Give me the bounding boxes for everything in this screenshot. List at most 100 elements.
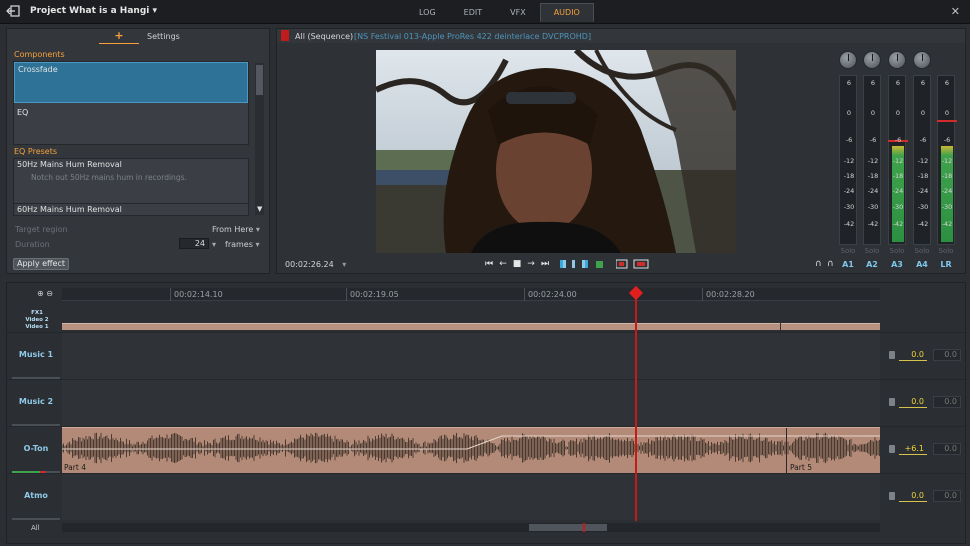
- track-header[interactable]: O-Ton: [12, 427, 60, 473]
- go-to-start-icon[interactable]: ⏮: [484, 259, 494, 269]
- list-item-preset-50hz[interactable]: 50Hz Mains Hum Removal Notch out 50Hz ma…: [14, 160, 248, 200]
- clip-boundary: [780, 322, 781, 330]
- track-lane[interactable]: [62, 380, 880, 426]
- tab-edit[interactable]: EDIT: [450, 3, 496, 22]
- list-item-crossfade[interactable]: Crossfade: [14, 62, 248, 103]
- components-title: Components: [14, 50, 65, 59]
- scrollbar-thumb[interactable]: [256, 65, 263, 95]
- a1-pan-knob[interactable]: [839, 51, 857, 69]
- close-icon[interactable]: ✕: [951, 5, 960, 18]
- target-region-select[interactable]: From Here ▾: [212, 225, 260, 234]
- track-header[interactable]: Music 1: [12, 333, 60, 379]
- gain-value-secondary[interactable]: 0.0: [933, 349, 961, 361]
- apply-effect-button[interactable]: Apply effect: [13, 258, 69, 270]
- gain-value[interactable]: 0.0: [899, 490, 927, 502]
- meter-tick: -42: [867, 220, 879, 228]
- gain-value-secondary[interactable]: 0.0: [933, 396, 961, 408]
- presets-scrollbar[interactable]: [255, 63, 264, 215]
- meter-a2: 6 0 -6 -12 -18 -24 -30 -42: [863, 75, 881, 245]
- track-header[interactable]: Music 2: [12, 380, 60, 426]
- zoom-out-icon[interactable]: ⊖: [46, 289, 53, 298]
- go-to-end-icon[interactable]: ⏭: [540, 259, 550, 269]
- headphone-icon[interactable]: ∩: [827, 259, 834, 269]
- duration-unit-select[interactable]: frames ▾: [225, 240, 259, 249]
- channel-a2[interactable]: A2: [861, 260, 883, 269]
- a3-pan-knob[interactable]: [888, 51, 906, 69]
- video-frame[interactable]: [376, 50, 736, 253]
- track-lane[interactable]: [62, 333, 880, 379]
- playhead-scroll-marker: [583, 523, 585, 532]
- track-lane[interactable]: [62, 474, 880, 520]
- tab-settings[interactable]: Settings: [147, 32, 180, 41]
- gain-value[interactable]: 0.0: [899, 396, 927, 408]
- channel-a1[interactable]: A1: [837, 260, 859, 269]
- tab-audio[interactable]: AUDIO: [539, 3, 594, 22]
- track-gain: 0.0 0.0: [887, 380, 965, 426]
- meter-tick: 0: [895, 109, 901, 117]
- tab-add-effect[interactable]: +: [99, 30, 139, 44]
- meter-tick: -30: [843, 203, 855, 211]
- playhead[interactable]: [635, 288, 637, 521]
- channel-lr[interactable]: LR: [935, 260, 957, 269]
- duration-input[interactable]: 24: [179, 238, 209, 249]
- presets-list: 50Hz Mains Hum Removal Notch out 50Hz ma…: [13, 158, 249, 216]
- scroll-down-icon[interactable]: ▼: [257, 205, 262, 213]
- solo-a4[interactable]: Solo: [913, 247, 931, 255]
- zoom-controls: ⊕ ⊖: [37, 289, 53, 298]
- timeline-panel: ⊕ ⊖ 00:02:14.10 00:02:19.05 00:02:24.00 …: [6, 282, 966, 544]
- gain-value-secondary[interactable]: 0.0: [933, 443, 961, 455]
- a4-pan-knob[interactable]: [913, 51, 931, 69]
- scrollbar-thumb[interactable]: [529, 524, 607, 531]
- meter-tick: -18: [941, 172, 953, 180]
- meter-a3: 6 0 -6 -12 -18 -24 -30 -42: [888, 75, 908, 245]
- mark-in-out-icons[interactable]: [560, 259, 608, 269]
- a2-pan-knob[interactable]: [863, 51, 881, 69]
- project-title[interactable]: Project What is a Hangi ▾: [30, 6, 157, 16]
- exit-project-icon[interactable]: [6, 5, 20, 17]
- gain-handle-icon[interactable]: [889, 398, 895, 406]
- step-back-icon[interactable]: ←: [498, 259, 508, 269]
- gain-value[interactable]: 0.0: [899, 349, 927, 361]
- list-item-preset-60hz[interactable]: 60Hz Mains Hum Removal: [14, 203, 248, 216]
- timeline-ruler[interactable]: 00:02:14.10 00:02:19.05 00:02:24.00 00:0…: [62, 288, 880, 301]
- all-tracks-toggle[interactable]: All: [31, 524, 40, 532]
- stop-icon[interactable]: ■: [512, 259, 522, 269]
- timeline-scrollbar[interactable]: [62, 523, 880, 532]
- gain-handle-icon[interactable]: [889, 445, 895, 453]
- solo-a3[interactable]: Solo: [888, 247, 906, 255]
- gain-handle-icon[interactable]: [889, 351, 895, 359]
- meter-tick: -18: [867, 172, 879, 180]
- tab-log[interactable]: LOG: [405, 3, 450, 22]
- audio-clip[interactable]: Part 4 Part 5: [62, 427, 880, 473]
- track-gain: 0.0 0.0: [887, 474, 965, 520]
- meter-tick: -6: [919, 136, 927, 144]
- list-item-eq[interactable]: EQ: [14, 106, 248, 144]
- gain-value[interactable]: +6.1: [899, 443, 927, 455]
- clip-boundary[interactable]: [786, 428, 787, 473]
- meter-tick: -12: [843, 157, 855, 165]
- meter-tick: 0: [846, 109, 852, 117]
- step-forward-icon[interactable]: →: [526, 259, 536, 269]
- chevron-down-icon[interactable]: ▾: [212, 240, 216, 249]
- meter-a1: 6 0 -6 -12 -18 -24 -30 -42: [839, 75, 857, 245]
- gain-handle-icon[interactable]: [889, 492, 895, 500]
- zoom-in-icon[interactable]: ⊕: [37, 289, 44, 298]
- channel-a3[interactable]: A3: [886, 260, 908, 269]
- track-header[interactable]: Atmo: [12, 474, 60, 520]
- insert-overwrite-icons[interactable]: [616, 259, 650, 269]
- tab-vfx[interactable]: VFX: [496, 3, 540, 22]
- solo-a2[interactable]: Solo: [863, 247, 881, 255]
- meter-tick: -18: [843, 172, 855, 180]
- headphone-icon[interactable]: ∩: [815, 259, 822, 269]
- video-tracks-header[interactable]: FX1 Video 2 Video 1: [15, 310, 59, 331]
- meter-a4: 6 0 -6 -12 -18 -24 -30 -42: [913, 75, 931, 245]
- eq-presets-title: EQ Presets: [14, 147, 58, 156]
- preset-description: Notch out 50Hz mains hum in recordings.: [31, 173, 187, 182]
- meter-tick: -6: [894, 136, 902, 144]
- viewer-timecode[interactable]: 00:02:26.24 ▾: [285, 260, 346, 269]
- channel-a4[interactable]: A4: [911, 260, 933, 269]
- gain-value-secondary[interactable]: 0.0: [933, 490, 961, 502]
- video-clip-strip[interactable]: [62, 322, 880, 330]
- solo-a1[interactable]: Solo: [839, 247, 857, 255]
- solo-lr[interactable]: Solo: [937, 247, 955, 255]
